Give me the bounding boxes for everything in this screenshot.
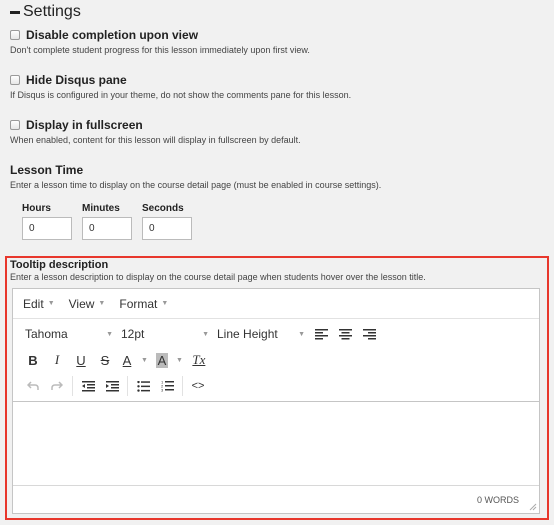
numbered-list-icon: 123 [161, 380, 174, 392]
tooltip-title: Tooltip description [10, 259, 109, 271]
menu-label: View [68, 296, 95, 311]
italic-button[interactable]: I [45, 349, 69, 371]
lesson-time-fields: Hours Minutes Seconds [22, 203, 202, 240]
hours-input[interactable] [22, 217, 72, 240]
font-size-value: 12pt [121, 327, 145, 341]
strikethrough-button[interactable]: S [93, 349, 117, 371]
setting-label: Disable completion upon view [26, 28, 199, 42]
bold-button[interactable]: B [21, 349, 45, 371]
setting-description: When enabled, content for this lesson wi… [10, 135, 301, 145]
background-color-icon: A [155, 352, 169, 368]
editor-menubar: Edit ▼ View ▼ Format ▼ [13, 289, 539, 319]
source-code-icon: <> [191, 380, 205, 392]
menu-label: Edit [23, 296, 44, 311]
minus-icon[interactable] [10, 11, 20, 14]
underline-icon: U [76, 352, 86, 368]
clear-format-button[interactable]: Tx [187, 349, 211, 371]
menu-format[interactable]: Format ▼ [119, 297, 168, 311]
outdent-icon [81, 380, 95, 391]
caret-down-icon: ▼ [202, 330, 209, 338]
seconds-label: Seconds [142, 203, 184, 214]
disable-completion-checkbox[interactable] [10, 30, 20, 40]
fullscreen-checkbox[interactable] [10, 120, 20, 130]
strikethrough-icon: S [100, 352, 110, 368]
minutes-input[interactable] [82, 217, 132, 240]
toolbar-divider [72, 376, 73, 396]
tooltip-description-section: Tooltip description Enter a lesson descr… [5, 256, 549, 520]
source-code-button[interactable]: <> [186, 375, 210, 397]
italic-icon: I [54, 352, 60, 367]
font-family-value: Tahoma [25, 327, 68, 341]
redo-button[interactable] [45, 375, 69, 397]
seconds-input[interactable] [142, 217, 192, 240]
line-height-value: Line Height [217, 327, 278, 341]
caret-down-icon[interactable]: ▼ [176, 357, 183, 364]
align-right-button[interactable] [357, 323, 381, 345]
text-color-icon: A [122, 352, 132, 368]
setting-fullscreen: Display in fullscreen When enabled, cont… [10, 117, 301, 145]
align-left-button[interactable] [309, 323, 333, 345]
setting-label: Hide Disqus pane [26, 73, 127, 87]
clear-format-icon: Tx [192, 352, 206, 367]
rich-text-editor: Edit ▼ View ▼ Format ▼ Tahoma ▼ 12pt ▼ Line… [12, 288, 540, 514]
setting-disable-completion: Disable completion upon view Don't compl… [10, 27, 310, 55]
hide-disqus-checkbox[interactable] [10, 75, 20, 85]
editor-content-area[interactable] [13, 401, 539, 486]
svg-text:3: 3 [161, 388, 164, 393]
background-color-button[interactable]: A [152, 349, 172, 371]
underline-button[interactable]: U [69, 349, 93, 371]
caret-down-icon: ▼ [47, 300, 55, 307]
toolbar-divider [127, 376, 128, 396]
lesson-time-section: Lesson Time Enter a lesson time to displ… [10, 162, 381, 190]
bullet-list-icon [136, 380, 150, 392]
numbered-list-button[interactable]: 123 [155, 375, 179, 397]
toolbar-divider [182, 376, 183, 396]
hours-label: Hours [22, 203, 51, 214]
align-right-icon [362, 328, 376, 339]
setting-label: Display in fullscreen [26, 118, 143, 132]
bullet-list-button[interactable] [131, 375, 155, 397]
editor-statusbar: 0 WORDS [13, 486, 539, 513]
settings-header[interactable]: Settings [10, 3, 81, 21]
menu-view[interactable]: View ▼ [69, 297, 106, 311]
line-height-select[interactable]: Line Height ▼ [213, 327, 309, 341]
bold-icon: B [28, 352, 38, 368]
caret-down-icon: ▼ [161, 300, 169, 307]
text-color-button[interactable]: A [117, 349, 137, 371]
menu-edit[interactable]: Edit ▼ [23, 297, 55, 311]
editor-toolbar: Tahoma ▼ 12pt ▼ Line Height ▼ B I U S A … [13, 321, 539, 399]
align-left-icon [314, 328, 328, 339]
minutes-label: Minutes [82, 203, 120, 214]
redo-icon [51, 381, 63, 390]
menu-label: Format [119, 296, 158, 311]
section-title: Settings [23, 3, 81, 20]
align-center-button[interactable] [333, 323, 357, 345]
undo-button[interactable] [21, 375, 45, 397]
indent-button[interactable] [100, 375, 124, 397]
caret-down-icon: ▼ [106, 330, 113, 338]
resize-handle-icon[interactable] [529, 503, 537, 511]
indent-icon [105, 380, 119, 391]
font-size-select[interactable]: 12pt ▼ [117, 327, 213, 341]
setting-hide-disqus: Hide Disqus pane If Disqus is configured… [10, 72, 351, 100]
caret-down-icon: ▼ [298, 330, 305, 338]
lesson-time-description: Enter a lesson time to display on the co… [10, 180, 382, 190]
align-center-icon [338, 328, 352, 339]
word-count: 0 WORDS [476, 494, 519, 505]
setting-description: Don't complete student progress for this… [10, 45, 310, 55]
tooltip-description: Enter a lesson description to display on… [10, 272, 426, 282]
setting-description: If Disqus is configured in your theme, d… [10, 90, 352, 100]
caret-down-icon: ▼ [98, 300, 106, 307]
outdent-button[interactable] [76, 375, 100, 397]
font-family-select[interactable]: Tahoma ▼ [21, 327, 117, 341]
caret-down-icon[interactable]: ▼ [141, 357, 148, 364]
lesson-time-title: Lesson Time [10, 163, 84, 177]
undo-icon [27, 381, 39, 390]
